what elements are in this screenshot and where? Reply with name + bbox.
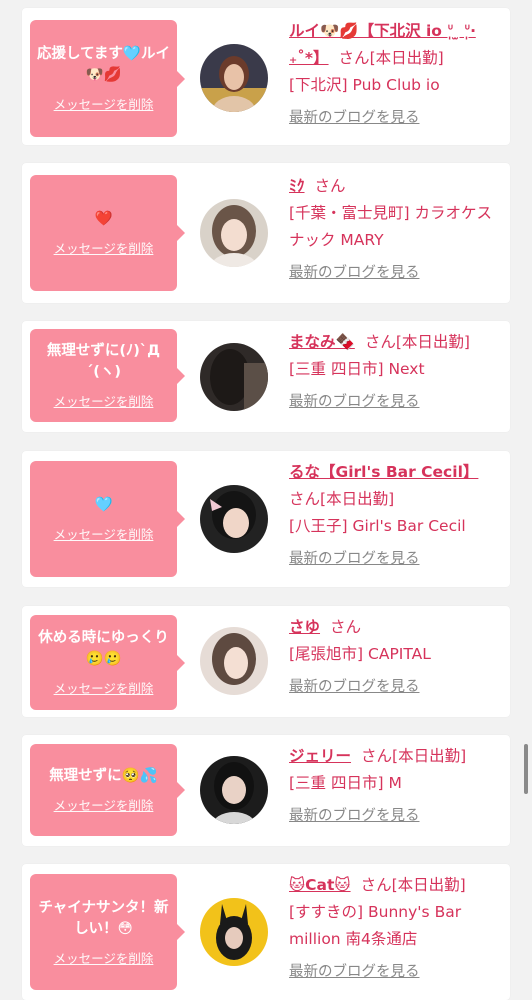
message-card: 無理せずに🥺💦 メッセージを削除 ジェリー さん[本日出勤] [三重 四日市] M… [22,735,510,846]
shop-label: [下北沢] Pub Club io [289,76,440,94]
message-text: 休める時にゆっくり🥲🥲 [38,630,169,667]
cast-name-link[interactable]: まなみ🍫 [289,333,355,351]
message-text: 無理せずに🥺💦 [49,768,158,784]
avatar-photo [200,44,268,112]
message-card: ❤️ メッセージを削除 ﾐｸ さん [千葉・富士見町] カラオケスナック MARY… [22,163,510,303]
cast-info: まなみ🍫 さん[本日出勤] [三重 四日市] Next 最新のブログを見る [289,329,503,416]
message-text: 無理せずに(ﾉ)`Д´(ヽ) [46,343,161,380]
cast-name-link[interactable]: ﾐｸ [289,177,305,195]
avatar[interactable] [200,485,268,553]
honorific-label: さん [314,177,346,195]
avatar-photo [200,343,268,411]
honorific-label: さん [364,333,396,351]
shop-label: [千葉・富士見町] カラオケスナック MARY [289,204,493,249]
avatar[interactable] [200,44,268,112]
cast-name-link[interactable]: るな【Girl's Bar Cecil】 [289,463,478,481]
cast-info: 🐱Cat🐱 さん[本日出勤] [すすきの] Bunny's Bar million… [289,872,503,986]
cast-info: るな【Girl's Bar Cecil】 さん[本日出勤] [八王子] Girl'… [289,459,503,573]
shop-label: [八王子] Girl's Bar Cecil [289,517,466,535]
avatar[interactable] [200,898,268,966]
cast-info: ジェリー さん[本日出勤] [三重 四日市] M 最新のブログを見る [289,743,503,830]
message-card: 応援してます🩵ルイ🐶💋 メッセージを削除 ルイ🐶💋【下北沢 io ᐡ̩ ̫ ᐡ̩… [22,8,510,145]
latest-blog-link[interactable]: 最新のブログを見る [289,803,503,830]
honorific-label: さん [360,876,392,894]
attendance-status: [本日出勤] [395,333,470,351]
avatar-photo [200,898,268,966]
avatar-photo [200,485,268,553]
avatar[interactable] [200,627,268,695]
scrollbar[interactable] [524,744,528,794]
latest-blog-link[interactable]: 最新のブログを見る [289,260,503,287]
message-card: 🩵 メッセージを削除 るな【Girl's Bar Cecil】 さん[本日出勤] … [22,451,510,587]
cast-info: ルイ🐶💋【下北沢 io ᐡ̩ ̫ ᐡ̩‧₊˚*】 さん[本日出勤] [下北沢] P… [289,18,503,132]
message-text: チャイナサンタ！新しい！😳 [38,899,169,937]
honorific-label: さん [330,618,362,636]
message-bubble: 無理せずに(ﾉ)`Д´(ヽ) メッセージを削除 [30,329,185,422]
latest-blog-link[interactable]: 最新のブログを見る [289,105,503,132]
message-bubble: 応援してます🩵ルイ🐶💋 メッセージを削除 [30,20,185,137]
avatar[interactable] [200,756,268,824]
message-card: チャイナサンタ！新しい！😳 メッセージを削除 🐱Cat🐱 さん[本日出勤] [すす… [22,864,510,1000]
avatar-photo [200,627,268,695]
latest-blog-link[interactable]: 最新のブログを見る [289,389,503,416]
attendance-status: [本日出勤] [391,876,466,894]
avatar[interactable] [200,343,268,411]
delete-message-link[interactable]: メッセージを削除 [54,391,154,410]
shop-label: [三重 四日市] Next [289,360,425,378]
message-text: 🩵 [94,497,113,513]
avatar-photo [200,756,268,824]
delete-message-link[interactable]: メッセージを削除 [54,795,154,814]
delete-message-link[interactable]: メッセージを削除 [54,94,154,113]
honorific-label: さん [361,747,393,765]
cast-info: さゆ さん [尾張旭市] CAPITAL 最新のブログを見る [289,614,503,701]
attendance-status: [本日出勤] [392,747,467,765]
delete-message-link[interactable]: メッセージを削除 [54,948,154,967]
cast-info: ﾐｸ さん [千葉・富士見町] カラオケスナック MARY 最新のブログを見る [289,173,503,287]
delete-message-link[interactable]: メッセージを削除 [54,238,154,257]
message-bubble: 🩵 メッセージを削除 [30,461,185,577]
message-text: 応援してます🩵ルイ🐶💋 [37,46,170,83]
message-bubble: 無理せずに🥺💦 メッセージを削除 [30,744,185,836]
delete-message-link[interactable]: メッセージを削除 [54,524,154,543]
message-bubble: 休める時にゆっくり🥲🥲 メッセージを削除 [30,615,185,710]
message-text: ❤️ [94,211,113,227]
cast-name-link[interactable]: 🐱Cat🐱 [289,876,351,894]
latest-blog-link[interactable]: 最新のブログを見る [289,674,503,701]
cast-name-link[interactable]: ジェリー [289,747,351,765]
avatar[interactable] [200,199,268,267]
cast-name-link[interactable]: さゆ [289,618,320,636]
avatar-photo [200,199,268,267]
attendance-status: [本日出勤] [320,490,395,508]
message-bubble: チャイナサンタ！新しい！😳 メッセージを削除 [30,874,185,990]
shop-label: [尾張旭市] CAPITAL [289,645,431,663]
message-card: 無理せずに(ﾉ)`Д´(ヽ) メッセージを削除 まなみ🍫 さん[本日出勤] [三重… [22,321,510,432]
message-bubble: ❤️ メッセージを削除 [30,175,185,291]
shop-label: [すすきの] Bunny's Bar million 南4条通店 [289,903,462,948]
honorific-label: さん [289,490,321,508]
attendance-status: [本日出勤] [369,49,444,67]
latest-blog-link[interactable]: 最新のブログを見る [289,546,503,573]
message-card: 休める時にゆっくり🥲🥲 メッセージを削除 さゆ さん [尾張旭市] CAPITAL… [22,606,510,717]
shop-label: [三重 四日市] M [289,774,402,792]
delete-message-link[interactable]: メッセージを削除 [54,678,154,697]
latest-blog-link[interactable]: 最新のブログを見る [289,959,503,986]
honorific-label: さん [338,49,370,67]
